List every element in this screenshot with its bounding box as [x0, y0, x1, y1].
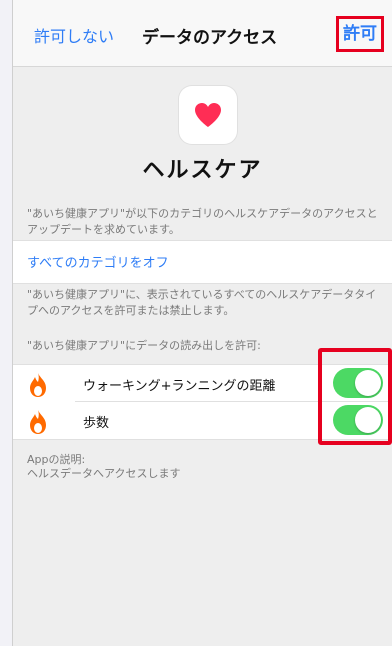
all-off-cell[interactable]: すべてのカテゴリをオフ: [13, 240, 392, 284]
flame-icon: [30, 410, 46, 434]
access-notice: "あいち健康アプリ"に、表示されているすべてのヘルスケアデータタイプへのアクセス…: [27, 288, 377, 317]
flame-icon: [30, 373, 46, 397]
deny-button[interactable]: 許可しない: [34, 23, 114, 47]
all-off-link[interactable]: すべてのカテゴリをオフ: [27, 252, 169, 271]
app-icon: [179, 86, 237, 144]
toggle-highlight-box: [318, 348, 392, 445]
category-label: ウォーキング+ランニングの距離: [83, 379, 276, 394]
page-title: データのアクセス: [142, 28, 278, 48]
access-sheet: 許可しない データのアクセス 許可 ヘルスケア "あいち健康アプリ"が以下のカテ…: [12, 0, 392, 646]
app-name: ヘルスケア: [142, 158, 263, 183]
category-label: 歩数: [83, 416, 110, 431]
heart-icon: [195, 103, 221, 127]
allow-button[interactable]: 許可: [336, 16, 384, 52]
app-description: ヘルスデータへアクセスします: [27, 467, 181, 480]
request-description: "あいち健康アプリ"が以下のカテゴリのヘルスケアデータのアクセスとアップデートを…: [27, 207, 378, 236]
nav-bar: 許可しない データのアクセス 許可: [13, 0, 392, 67]
